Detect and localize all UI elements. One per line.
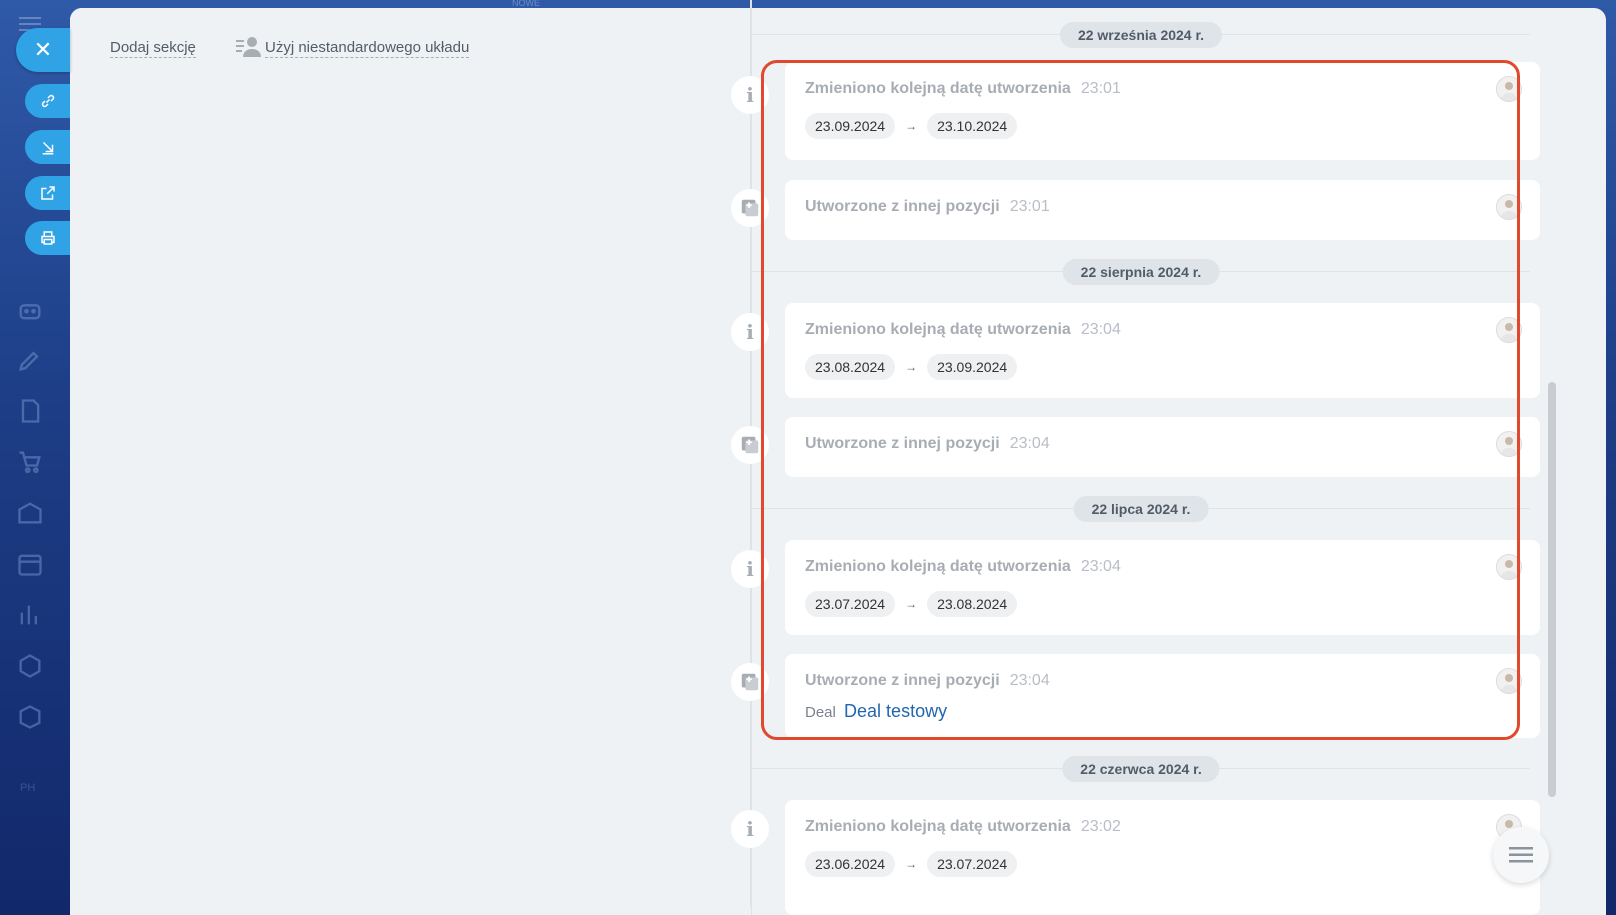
timeline-item[interactable]: Utworzone z innej pozycji 23:01 [785,180,1540,240]
fields-area: Dodaj sekcję Użyj niestandardowego układ… [70,8,750,915]
item-time: 23:04 [1009,435,1050,452]
date-to-chip: 23.10.2024 [927,113,1018,139]
menu-button[interactable] [1493,827,1549,883]
calendar-icon[interactable] [16,550,44,578]
arrow-icon: → [905,597,918,611]
avatar[interactable] [1496,668,1522,694]
avatar[interactable] [1496,76,1522,102]
timeline-item[interactable]: Utworzone z innej pozycji 23:04 Deal Deal… [785,654,1540,738]
date-pill: 22 września 2024 r. [1059,22,1223,48]
item-title: Utworzone z innej pozycji [805,672,1000,689]
date-pill: 22 lipca 2024 r. [1073,496,1209,522]
info-icon: i [731,76,769,114]
avatar[interactable] [1496,194,1522,220]
date-to-chip: 23.07.2024 [927,851,1018,877]
cart-icon[interactable] [16,448,44,476]
link-icon [41,94,54,108]
download-arrow-icon [42,141,53,155]
item-time: 23:02 [1080,818,1121,835]
avatar[interactable] [1496,317,1522,343]
external-link-icon [40,186,55,200]
close-icon: ✕ [33,37,53,62]
copy-plus-icon [731,426,769,464]
sidebar-badge: PH [20,782,36,794]
timeline: 22 września 2024 r. i Zmieniono kolejną … [731,0,1570,915]
item-time: 23:04 [1080,558,1121,575]
top-label: NOWE [512,0,540,8]
info-icon: i [731,550,769,588]
timeline-item[interactable]: Zmieniono kolejną datę utworzenia 23:04 2… [785,540,1540,635]
item-time: 23:04 [1080,321,1121,338]
custom-layout-link[interactable]: Użyj niestandardowego układu [265,39,470,58]
item-time: 23:01 [1009,198,1050,215]
add-section-link[interactable]: Dodaj sekcję [110,39,196,58]
timeline-item[interactable]: Utworzone z innej pozycji 23:04 [785,417,1540,477]
item-title: Utworzone z innej pozycji [805,435,1000,452]
print-button[interactable] [25,221,70,255]
arrow-icon: → [905,857,918,871]
timeline-item[interactable]: Zmieniono kolejną datę utworzenia 23:02 2… [785,800,1540,915]
date-to-chip: 23.08.2024 [927,591,1018,617]
date-to-chip: 23.09.2024 [927,354,1018,380]
open-new-window-button[interactable] [25,176,70,210]
item-title: Zmieniono kolejną datę utworzenia [805,80,1071,97]
item-title: Zmieniono kolejną datę utworzenia [805,558,1071,575]
chart-icon[interactable] [16,601,44,629]
copy-plus-icon [731,663,769,701]
box-icon[interactable] [16,703,44,731]
timeline-item[interactable]: Zmieniono kolejną datę utworzenia 23:04 2… [785,303,1540,398]
arrow-icon: → [905,360,918,374]
deal-link[interactable]: Deal testowy [844,701,947,721]
user-layout-icon [236,36,262,58]
list-icon [1509,847,1533,863]
item-time: 23:01 [1080,80,1121,97]
pen-icon[interactable] [16,346,44,374]
date-from-chip: 23.07.2024 [805,591,896,617]
date-pill: 22 czerwca 2024 r. [1062,756,1220,782]
date-pill: 22 sierpnia 2024 r. [1062,259,1220,285]
date-from-chip: 23.06.2024 [805,851,896,877]
date-from-chip: 23.08.2024 [805,354,896,380]
copy-link-button[interactable] [25,84,70,118]
avatar[interactable] [1496,554,1522,580]
item-title: Utworzone z innej pozycji [805,198,1000,215]
printer-icon [40,231,55,245]
close-button[interactable]: ✕ [16,28,70,72]
download-button[interactable] [25,130,70,164]
document-icon[interactable] [16,397,44,425]
timeline-item[interactable]: Zmieniono kolejną datę utworzenia 23:01 2… [785,62,1540,160]
warehouse-icon[interactable] [16,499,44,527]
date-from-chip: 23.09.2024 [805,113,896,139]
scrollbar[interactable] [1548,382,1556,797]
copy-plus-icon [731,189,769,227]
info-icon: i [731,313,769,351]
item-title: Zmieniono kolejną datę utworzenia [805,818,1071,835]
entity-type: Deal [805,704,836,721]
robot-icon[interactable] [16,296,44,324]
avatar[interactable] [1496,431,1522,457]
item-time: 23:04 [1009,672,1050,689]
arrow-icon: → [905,119,918,133]
hexagon-icon[interactable] [16,652,44,680]
info-icon: i [731,810,769,848]
item-title: Zmieniono kolejną datę utworzenia [805,321,1071,338]
